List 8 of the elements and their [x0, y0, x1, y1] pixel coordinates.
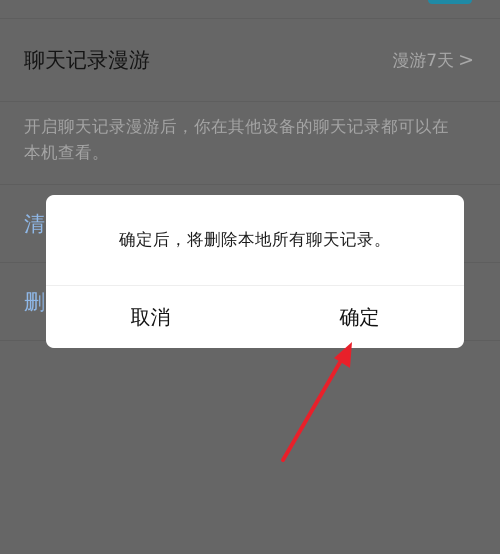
setting-value: 漫游7天 — [392, 50, 454, 72]
setting-description: 开启聊天记录漫游后，你在其他设备的聊天记录都可以在本机查看。 — [0, 102, 500, 185]
dialog-message: 确定后，将删除本地所有聊天记录。 — [119, 229, 391, 251]
toggle-switch[interactable] — [428, 0, 472, 4]
chevron-icon: > — [458, 49, 474, 71]
setting-title: 聊天记录漫游 — [24, 47, 151, 74]
dialog-button[interactable]: 取消 — [46, 286, 255, 348]
dialog-button[interactable]: 确定 — [255, 286, 464, 348]
